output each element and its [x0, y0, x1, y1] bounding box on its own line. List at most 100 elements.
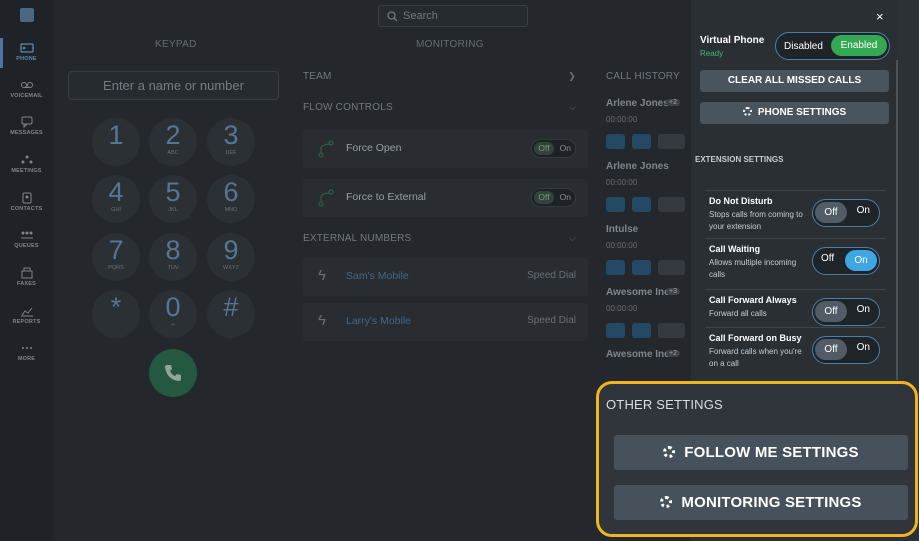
setting-title: Call Waiting: [709, 244, 761, 254]
key-digit: 0: [165, 292, 181, 322]
setting-toggle[interactable]: Off On: [812, 199, 880, 227]
speed-dial-name: Sam's Mobile: [346, 270, 409, 282]
call-back-button[interactable]: [606, 197, 625, 212]
force-open-on: On: [559, 143, 571, 153]
keypad-key[interactable]: 2 ABC: [149, 118, 197, 166]
keypad-key[interactable]: 4 GHI: [92, 175, 140, 223]
search-input[interactable]: Search: [378, 5, 528, 27]
monitoring-settings-label: MONITORING SETTINGS: [681, 494, 862, 511]
history-entry-name[interactable]: Intulse: [606, 224, 638, 235]
key-digit: #: [223, 292, 239, 322]
history-entry-name[interactable]: Awesome Inc: [606, 287, 670, 298]
call-history-title: CALL HISTORY: [606, 71, 680, 82]
setting-toggle[interactable]: Off On: [812, 247, 880, 275]
history-entry-time: 00:00:00: [606, 115, 638, 124]
key-letters: WXYZ: [223, 265, 239, 271]
queues-icon: [20, 231, 33, 239]
nav-faxes[interactable]: FAXES: [0, 263, 53, 299]
force-external-row: Force to External Off On: [303, 179, 588, 217]
keypad-key[interactable]: 5 JKL: [149, 175, 197, 223]
speed-dial-name: Larry's Mobile: [346, 315, 412, 327]
external-numbers-label: EXTERNAL NUMBERS: [303, 233, 412, 244]
keypad-key[interactable]: *: [92, 290, 140, 338]
phone-settings-button[interactable]: PHONE SETTINGS: [700, 102, 889, 124]
history-entry-name[interactable]: Awesome Inc: [606, 349, 670, 360]
nav-reports[interactable]: REPORTS: [0, 301, 53, 337]
gear-icon: [660, 496, 673, 508]
more-actions-button[interactable]: [658, 323, 685, 338]
setting-toggle[interactable]: Off On: [812, 298, 880, 326]
history-entry-name[interactable]: Arlene Jones: [606, 161, 669, 172]
extension-setting-row: Call Forward Always Forward all calls Off O…: [705, 289, 885, 327]
flow-controls-section[interactable]: FLOW CONTROLS ⌵: [303, 102, 588, 113]
call-back-button[interactable]: [606, 323, 625, 338]
history-entry-name[interactable]: Arlene Jones: [606, 98, 669, 109]
virtual-phone-toggle[interactable]: Disabled Enabled: [775, 32, 890, 60]
keypad-key[interactable]: 8 TUV: [149, 233, 197, 281]
toggle-on: On: [856, 342, 870, 353]
chevron-right-icon: ❯: [568, 71, 576, 81]
close-icon[interactable]: ×: [876, 9, 884, 24]
keypad-key[interactable]: 3 DEF: [207, 118, 255, 166]
key-digit: 6: [223, 177, 239, 207]
setting-toggle[interactable]: Off On: [812, 336, 880, 364]
force-external-off: Off: [534, 191, 554, 204]
nav-messages[interactable]: MESSAGES: [0, 112, 53, 148]
speed-dial-row[interactable]: ϟ Sam's Mobile Speed Dial: [303, 258, 588, 296]
keypad-key[interactable]: #: [207, 290, 255, 338]
search-icon: [387, 11, 398, 22]
more-actions-button[interactable]: [658, 260, 685, 275]
speed-dial-row[interactable]: ϟ Larry's Mobile Speed Dial: [303, 303, 588, 341]
toggle-off: Off: [815, 202, 847, 223]
keypad-key[interactable]: 1: [92, 118, 140, 166]
message-button[interactable]: [632, 323, 651, 338]
monitoring-settings-button[interactable]: MONITORING SETTINGS: [614, 485, 908, 520]
follow-me-settings-button[interactable]: FOLLOW ME SETTINGS: [614, 435, 908, 470]
clear-missed-calls-button[interactable]: CLEAR ALL MISSED CALLS: [700, 70, 889, 92]
force-open-off: Off: [534, 142, 554, 155]
nav-voicemail[interactable]: VOICEMAIL: [0, 75, 53, 111]
keypad-key[interactable]: 9 WXYZ: [207, 233, 255, 281]
panel-scrollbar[interactable]: [896, 60, 898, 380]
call-button[interactable]: [149, 349, 197, 397]
extension-setting-row: Call Forward on Busy Forward calls when y…: [705, 327, 885, 374]
toggle-off: Off: [815, 339, 847, 360]
key-digit: 2: [165, 120, 181, 150]
force-external-on: On: [559, 192, 571, 202]
message-button[interactable]: [632, 260, 651, 275]
nav-phone[interactable]: PHONE: [0, 38, 53, 74]
keypad-key[interactable]: 7 PQRS: [92, 233, 140, 281]
toggle-off: Off: [815, 301, 847, 322]
external-numbers-section[interactable]: EXTERNAL NUMBERS ⌵: [303, 233, 588, 244]
force-open-toggle[interactable]: Off On: [531, 139, 576, 158]
reports-icon: [20, 307, 33, 317]
call-back-button[interactable]: [606, 260, 625, 275]
keypad-number-input[interactable]: Enter a name or number: [68, 71, 279, 100]
lightning-icon: ϟ: [318, 267, 326, 284]
key-digit: 5: [165, 177, 181, 207]
team-label: TEAM: [303, 71, 332, 82]
nav-more[interactable]: MORE: [0, 338, 53, 374]
toggle-on: On: [856, 205, 870, 216]
keypad-key[interactable]: 0 +: [149, 290, 197, 338]
message-button[interactable]: [632, 197, 651, 212]
history-count-badge: +2: [666, 350, 680, 357]
nav-queues[interactable]: QUEUES: [0, 225, 53, 261]
chevron-down-icon: ⌵: [568, 102, 576, 112]
contacts-icon: [22, 192, 31, 204]
call-back-button[interactable]: [606, 134, 625, 149]
messages-icon: [21, 116, 32, 128]
team-section[interactable]: TEAM ❯: [303, 71, 588, 82]
message-button[interactable]: [632, 134, 651, 149]
more-actions-button[interactable]: [658, 197, 685, 212]
tab-monitoring[interactable]: MONITORING: [416, 39, 484, 50]
force-external-toggle[interactable]: Off On: [531, 188, 576, 207]
setting-description: Forward all calls: [709, 309, 767, 318]
nav-meetings[interactable]: MEETINGS: [0, 150, 53, 186]
setting-description: Stops calls from coming to your extensio…: [709, 210, 803, 231]
key-digit: 3: [223, 120, 239, 150]
nav-contacts[interactable]: CONTACTS: [0, 188, 53, 224]
more-actions-button[interactable]: [658, 134, 685, 149]
keypad-key[interactable]: 6 MNO: [207, 175, 255, 223]
tab-keypad[interactable]: KEYPAD: [155, 39, 197, 50]
